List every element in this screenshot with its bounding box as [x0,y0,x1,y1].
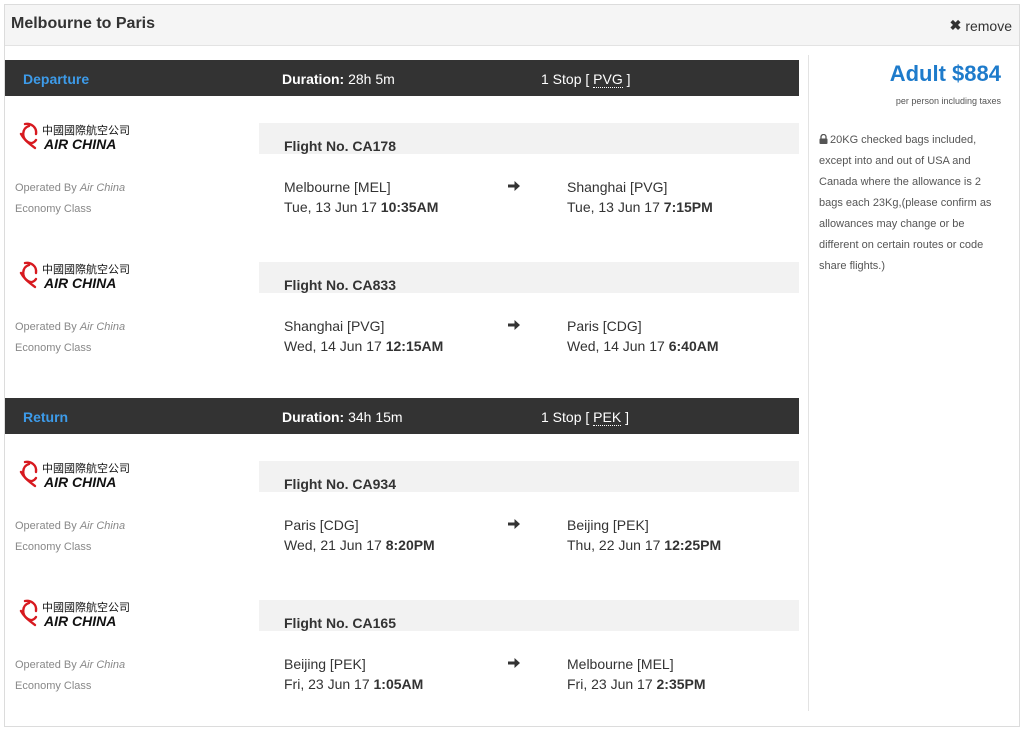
destination: Melbourne [MEL] Fri, 23 Jun 17 2:35PM [567,656,706,692]
svg-text:中國國際航空公司: 中國國際航空公司 [42,461,130,475]
cabin-class: Economy Class [15,203,92,215]
baggage-info: 20KG checked bags included, except into … [819,130,1004,277]
leg-stops: 1 Stop [ PEK ] [541,409,629,426]
flight-segment: 中國國際航空公司 AIR CHINA Flight No. CA178 Oper… [5,120,799,240]
adult-price: Adult $884 [889,61,1001,86]
remove-button[interactable]: ✖ remove [950,17,1012,34]
air-china-logo: 中國國際航空公司 AIR CHINA [19,261,130,291]
svg-text:AIR CHINA: AIR CHINA [43,474,116,490]
svg-text:中國國際航空公司: 中國國際航空公司 [42,123,130,137]
stop-code[interactable]: PVG [593,71,623,88]
price-note: per person including taxes [895,96,1001,106]
stop-code[interactable]: PEK [593,409,622,426]
cabin-class: Economy Class [15,541,92,553]
flight-number-box: Flight No. CA165 [259,600,799,631]
operated-by: Operated By Air China [15,520,126,532]
origin: Beijing [PEK] Fri, 23 Jun 17 1:05AM [284,656,424,692]
origin: Paris [CDG] Wed, 21 Jun 17 8:20PM [284,517,435,553]
card-header: Melbourne to Paris ✖ remove [5,5,1019,46]
svg-text:中國國際航空公司: 中國國際航空公司 [42,600,130,614]
operated-by: Operated By Air China [15,182,126,194]
arrow-right-icon [508,181,520,191]
flight-number: Flight No. CA833 [284,277,397,293]
flight-segment: 中國國際航空公司 AIR CHINA Flight No. CA934 Oper… [5,458,799,578]
arrow-right-icon [508,320,520,330]
flight-number-box: Flight No. CA178 [259,123,799,154]
arrow-right-icon [508,658,520,668]
flight-number: Flight No. CA934 [284,476,397,492]
svg-text:AIR CHINA: AIR CHINA [43,136,116,152]
operated-by: Operated By Air China [15,659,126,671]
flight-number: Flight No. CA178 [284,138,397,154]
origin: Melbourne [MEL] Tue, 13 Jun 17 10:35AM [284,179,439,215]
air-china-logo: 中國國際航空公司 AIR CHINA [19,599,130,629]
operated-by: Operated By Air China [15,321,126,333]
svg-text:AIR CHINA: AIR CHINA [43,613,116,629]
leg-stops: 1 Stop [ PVG ] [541,71,631,88]
flight-segment: 中國國際航空公司 AIR CHINA Flight No. CA833 Oper… [5,259,799,379]
air-china-logo: 中國國際航空公司 AIR CHINA [19,460,130,490]
svg-text:中國國際航空公司: 中國國際航空公司 [42,262,130,276]
lock-icon [819,134,828,144]
svg-text:AIR CHINA: AIR CHINA [43,275,116,291]
flight-number: Flight No. CA165 [284,615,397,631]
leg-label: Departure [23,71,90,87]
leg-bar-return: Return Duration: 34h 15m 1 Stop [ PEK ] [5,398,799,434]
close-icon: ✖ [949,17,962,33]
cabin-class: Economy Class [15,680,92,692]
baggage-text: 20KG checked bags included, except into … [819,134,992,272]
cabin-class: Economy Class [15,342,92,354]
destination: Shanghai [PVG] Tue, 13 Jun 17 7:15PM [567,179,713,215]
flight-number-box: Flight No. CA934 [259,461,799,492]
air-china-logo: 中國國際航空公司 AIR CHINA [19,122,130,152]
destination: Paris [CDG] Wed, 14 Jun 17 6:40AM [567,318,719,354]
itinerary-title: Melbourne to Paris [11,15,156,32]
destination: Beijing [PEK] Thu, 22 Jun 17 12:25PM [567,517,722,553]
leg-duration: Duration: 28h 5m [282,71,395,87]
arrow-right-icon [508,519,520,529]
remove-label: remove [965,17,1012,34]
leg-bar-departure: Departure Duration: 28h 5m 1 Stop [ PVG … [5,60,799,96]
price-sidebar: Adult $884 per person including taxes 20… [808,55,1016,711]
leg-label: Return [23,409,69,425]
flight-number-box: Flight No. CA833 [259,262,799,293]
leg-duration: Duration: 34h 15m [282,409,403,425]
flight-segment: 中國國際航空公司 AIR CHINA Flight No. CA165 Oper… [5,597,799,717]
origin: Shanghai [PVG] Wed, 14 Jun 17 12:15AM [284,318,444,354]
